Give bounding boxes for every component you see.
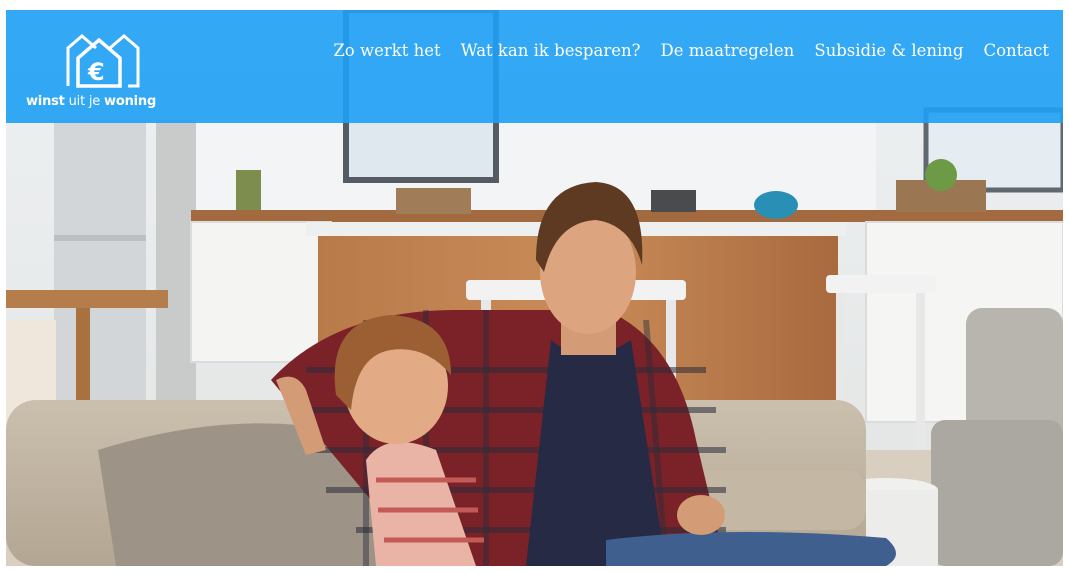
main-nav: Zo werkt het Wat kan ik besparen? De maa… <box>333 41 1049 60</box>
header-bar: € winst uit je woning Zo werkt het Wat k… <box>6 10 1063 123</box>
page-frame: € winst uit je woning Zo werkt het Wat k… <box>6 10 1063 566</box>
svg-text:€: € <box>87 58 105 86</box>
nav-item-zo-werkt-het[interactable]: Zo werkt het <box>333 41 440 60</box>
logo-word-winst: winst <box>26 94 65 109</box>
logo-word-woning: woning <box>104 94 157 109</box>
nav-item-de-maatregelen[interactable]: De maatregelen <box>660 41 794 60</box>
nav-item-subsidie-lening[interactable]: Subsidie & lening <box>814 41 963 60</box>
logo-word-uit-je: uit je <box>64 94 105 109</box>
logo-wordmark: winst uit je woning <box>26 94 156 109</box>
house-euro-icon: € <box>66 34 140 88</box>
nav-item-wat-kan-ik-besparen[interactable]: Wat kan ik besparen? <box>461 41 641 60</box>
nav-item-contact[interactable]: Contact <box>983 41 1049 60</box>
site-logo[interactable]: € winst uit je woning <box>24 28 164 118</box>
